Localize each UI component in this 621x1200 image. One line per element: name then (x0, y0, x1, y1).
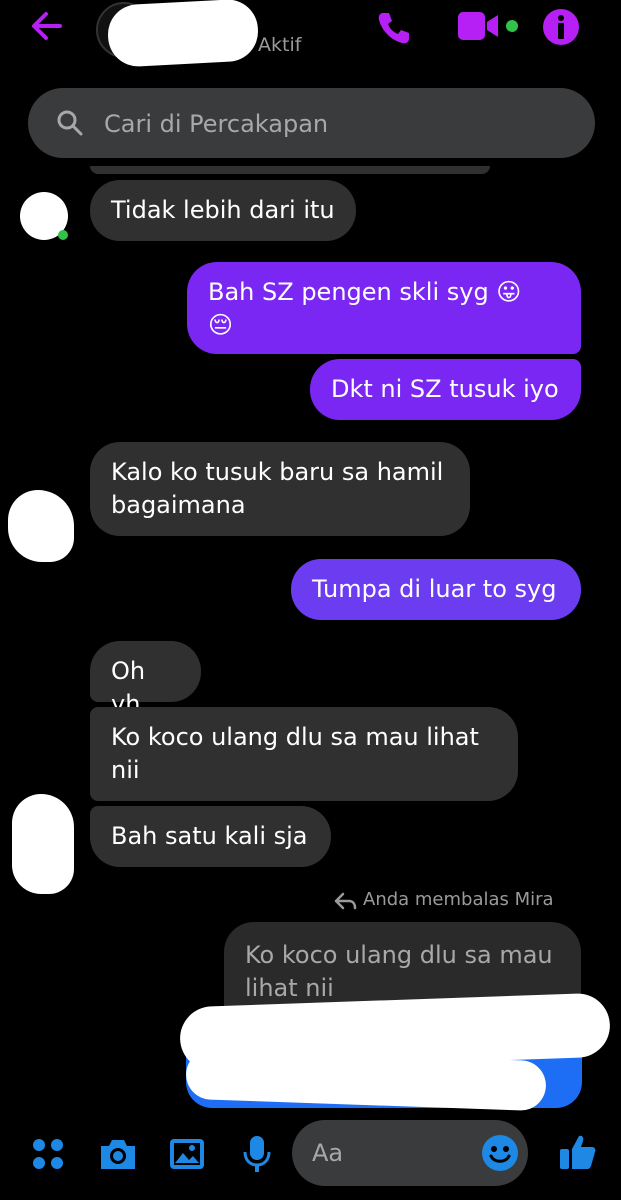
message-input-placeholder: Aa (312, 1139, 344, 1167)
camera-icon (101, 1140, 135, 1169)
camera-button[interactable] (98, 1136, 138, 1176)
thumbs-up-icon (560, 1135, 596, 1169)
gallery-button[interactable] (168, 1136, 206, 1176)
search-icon (57, 110, 83, 136)
phone-icon (378, 13, 409, 44)
video-call-button[interactable] (456, 10, 522, 48)
message-bubble-out[interactable]: Bah SZ pengen skli syg 😛 😔 (187, 262, 581, 354)
call-button[interactable] (374, 8, 414, 52)
redacted-contact-name (106, 0, 260, 68)
reply-message-tail-text: A (540, 1036, 557, 1064)
back-button[interactable] (28, 8, 68, 44)
message-bubble-in[interactable]: Bah satu kali sja (90, 806, 331, 867)
message-bubble-in[interactable]: Oh yh (90, 641, 201, 718)
info-icon (543, 9, 579, 45)
reply-label: Anda membalas Mira (363, 889, 554, 910)
info-button[interactable] (542, 8, 580, 50)
message-bubble-out[interactable]: Tumpa di luar to syg (291, 559, 581, 620)
apps-icon (33, 1139, 63, 1169)
contact-avatar (12, 794, 74, 894)
online-dot (58, 230, 68, 240)
message-bubble-in[interactable]: Ko koco ulang dlu sa mau lihat nii (90, 707, 518, 801)
back-arrow-icon (32, 12, 62, 40)
reply-icon (334, 892, 357, 910)
message-bubble-out[interactable]: Dkt ni SZ tusuk iyo (310, 359, 581, 420)
gallery-icon (170, 1139, 204, 1169)
active-status: Aktif (258, 34, 302, 56)
partial-message-edge (90, 166, 490, 174)
message-bubble-in[interactable]: Kalo ko tusuk baru sa hamil bagaimana (90, 442, 470, 536)
microphone-icon (243, 1136, 271, 1172)
apps-button[interactable] (30, 1136, 66, 1176)
search-input[interactable]: Cari di Percakapan (104, 110, 328, 138)
like-button[interactable] (558, 1132, 598, 1176)
emoji-icon (482, 1135, 518, 1171)
emoji-button[interactable] (481, 1134, 519, 1176)
voice-button[interactable] (242, 1134, 272, 1178)
video-call-icon (458, 12, 518, 40)
contact-avatar (8, 490, 74, 562)
message-bubble-in[interactable]: Tidak lebih dari itu (90, 180, 356, 241)
